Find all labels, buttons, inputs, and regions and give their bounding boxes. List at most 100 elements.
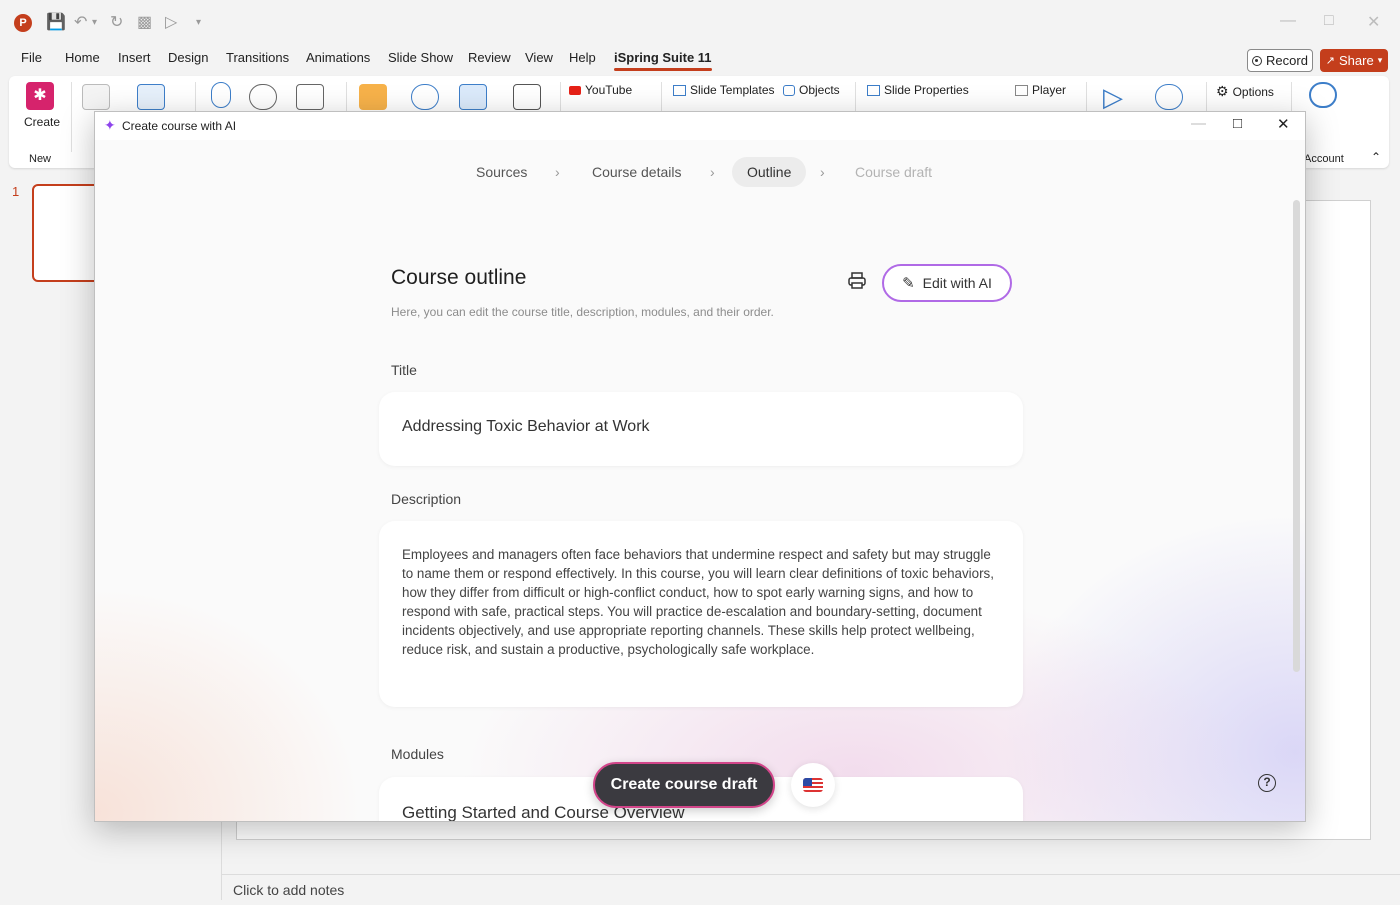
tab-review[interactable]: Review: [468, 50, 511, 65]
chevron-right-icon: ›: [820, 164, 825, 180]
tab-ispring-suite[interactable]: iSpring Suite 11: [614, 50, 712, 71]
us-flag-icon: [803, 778, 823, 792]
language-button[interactable]: [791, 763, 835, 807]
minimize-icon[interactable]: —: [1280, 12, 1296, 30]
slide-templates-label: Slide Templates: [690, 83, 775, 97]
player-icon: [1015, 84, 1028, 96]
tab-view[interactable]: View: [525, 50, 553, 65]
page-subtitle: Here, you can edit the course title, des…: [391, 305, 774, 319]
app-titlebar: P 💾 ↶ ▾ ↻ ▩ ▷ ▾ — □ ✕: [0, 0, 1400, 46]
youtube-icon: [569, 85, 581, 95]
tab-help[interactable]: Help: [569, 50, 596, 65]
help-icon[interactable]: ?: [1258, 774, 1276, 792]
record-audio-icon[interactable]: [211, 82, 231, 108]
player-button[interactable]: Player: [1015, 83, 1066, 97]
ribbon-divider: [71, 82, 72, 152]
dialog-simulation-icon[interactable]: [459, 84, 487, 110]
undo-icon[interactable]: ↶: [74, 12, 87, 32]
page-title: Course outline: [391, 266, 527, 289]
youtube-button[interactable]: YouTube: [569, 83, 632, 97]
image-ai-icon[interactable]: [137, 84, 165, 110]
record-button[interactable]: Record: [1247, 49, 1313, 72]
slide-properties-label: Slide Properties: [884, 83, 969, 97]
youtube-label: YouTube: [585, 83, 633, 97]
objects-icon: [783, 84, 795, 96]
share-icon: ↗: [1325, 55, 1335, 67]
notes-pane[interactable]: Click to add notes: [222, 874, 1400, 900]
options-label: Options: [1232, 84, 1274, 99]
quiz-icon[interactable]: [359, 84, 387, 110]
wizard-stepper: Sources › Course details › Outline › Cou…: [95, 157, 1305, 187]
description-value[interactable]: Employees and managers often face behavi…: [402, 545, 1002, 659]
ribbon-tabs: File Home Insert Design Transitions Anim…: [0, 50, 1400, 72]
screen-record-icon[interactable]: [296, 84, 324, 110]
preview-play-icon[interactable]: ▷: [1103, 82, 1123, 113]
record-icon: [1252, 55, 1263, 66]
screencast-icon[interactable]: [513, 84, 541, 110]
dialog-titlebar: ✦ Create course with AI — □ ✕: [95, 112, 1305, 140]
interaction-icon[interactable]: [411, 84, 439, 110]
tab-animations[interactable]: Animations: [306, 50, 370, 65]
step-outline[interactable]: Outline: [732, 157, 807, 187]
ribbon-group-new-label: New: [29, 153, 52, 165]
create-course-dialog: ✦ Create course with AI — □ ✕ Sources › …: [94, 111, 1306, 822]
modules-label: Modules: [391, 746, 444, 762]
create-course-draft-button[interactable]: Create course draft: [593, 762, 775, 808]
slide-number: 1: [12, 184, 20, 199]
share-button[interactable]: ↗ Share ▾: [1320, 49, 1388, 72]
tab-insert[interactable]: Insert: [118, 50, 151, 65]
chevron-right-icon: ›: [710, 164, 715, 180]
description-label: Description: [391, 491, 462, 507]
create-button-label[interactable]: Create: [24, 115, 60, 129]
record-video-icon[interactable]: [249, 84, 277, 110]
dialog-scrollbar[interactable]: [1293, 200, 1300, 672]
slideshow-icon[interactable]: ▷: [165, 12, 177, 32]
publish-globe-icon[interactable]: [1155, 84, 1183, 110]
step-course-draft: Course draft: [855, 164, 933, 180]
save-icon[interactable]: 💾: [46, 12, 66, 32]
close-icon[interactable]: ✕: [1367, 12, 1380, 32]
present-icon[interactable]: ▩: [137, 12, 152, 32]
edit-with-ai-button[interactable]: ✎ Edit with AI: [882, 264, 1012, 302]
slide-thumbnail[interactable]: [32, 184, 102, 282]
description-field[interactable]: Employees and managers often face behavi…: [379, 521, 1023, 707]
slide-templates-icon: [673, 84, 686, 96]
options-button[interactable]: ⚙ Options: [1216, 83, 1274, 100]
text-template-icon[interactable]: [82, 84, 110, 110]
undo-dropdown-icon[interactable]: ▾: [92, 17, 97, 28]
slide-templates-button[interactable]: Slide Templates: [673, 83, 775, 97]
tab-slide-show[interactable]: Slide Show: [388, 50, 453, 65]
slide-properties-button[interactable]: Slide Properties: [867, 83, 969, 97]
title-label: Title: [391, 362, 417, 378]
dialog-title: Create course with AI: [122, 119, 237, 133]
dialog-close-icon[interactable]: ✕: [1277, 115, 1290, 133]
chevron-right-icon: ›: [555, 164, 560, 180]
tab-transitions[interactable]: Transitions: [226, 50, 289, 65]
step-sources[interactable]: Sources: [476, 157, 527, 187]
title-value[interactable]: Addressing Toxic Behavior at Work: [402, 418, 650, 436]
gear-icon: ⚙: [1216, 83, 1229, 99]
objects-button[interactable]: Objects: [783, 83, 840, 97]
title-field[interactable]: Addressing Toxic Behavior at Work: [379, 392, 1023, 466]
slide-properties-icon: [867, 84, 880, 96]
tab-file[interactable]: File: [21, 50, 42, 65]
ispring-create-icon[interactable]: ✱: [26, 82, 54, 110]
player-label: Player: [1032, 83, 1067, 97]
ai-sparkle-icon: ✦: [104, 117, 116, 133]
collapse-ribbon-icon[interactable]: ⌃: [1371, 150, 1381, 164]
record-label: Record: [1266, 53, 1308, 68]
magic-pen-icon: ✎: [902, 275, 915, 292]
notes-placeholder: Click to add notes: [233, 882, 345, 898]
share-label: Share: [1338, 53, 1374, 68]
maximize-icon[interactable]: □: [1324, 12, 1334, 30]
print-icon[interactable]: [847, 272, 867, 290]
account-user-icon[interactable]: [1309, 82, 1337, 108]
dialog-minimize-icon[interactable]: —: [1191, 115, 1206, 132]
customize-qat-icon[interactable]: ▾: [196, 17, 201, 28]
dialog-maximize-icon[interactable]: □: [1233, 115, 1242, 132]
redo-icon[interactable]: ↻: [110, 12, 123, 32]
tab-home[interactable]: Home: [65, 50, 100, 65]
step-course-details[interactable]: Course details: [592, 157, 682, 187]
objects-label: Objects: [799, 83, 840, 97]
tab-design[interactable]: Design: [168, 50, 208, 65]
